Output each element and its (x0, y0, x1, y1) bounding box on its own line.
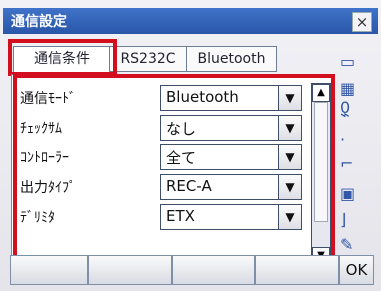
window-title: 通信設定 (11, 14, 67, 30)
vertical-scrollbar[interactable]: ▲ ▼ (311, 83, 331, 266)
setting-label: ﾁｪｯｸｻﾑ (20, 121, 62, 137)
ok-button[interactable]: OK (339, 255, 374, 285)
close-button[interactable]: × (352, 12, 372, 32)
tab-rs232c[interactable]: RS232C (109, 46, 187, 72)
tab-bluetooth[interactable]: Bluetooth (186, 46, 277, 72)
scroll-thumb[interactable] (314, 102, 328, 222)
active-tab-highlight (8, 39, 117, 76)
delimiter-select[interactable]: ETX ▼ (160, 204, 302, 230)
softkey-2[interactable] (88, 255, 172, 285)
setting-value: Bluetooth (166, 88, 239, 106)
dropdown-arrow-icon[interactable]: ▼ (278, 86, 301, 110)
softkey-3[interactable] (172, 255, 255, 285)
dropdown-arrow-icon[interactable]: ▼ (278, 145, 301, 169)
instrument-icon: ▣ (340, 184, 356, 203)
scroll-up-button[interactable]: ▲ (312, 84, 330, 102)
setting-row-output-type: 出力ﾀｲﾌﾟ REC-A ▼ (20, 172, 307, 200)
setting-label: 出力ﾀｲﾌﾟ (20, 180, 76, 196)
output-type-select[interactable]: REC-A ▼ (160, 174, 302, 200)
communication-mode-select[interactable]: Bluetooth ▼ (160, 85, 302, 111)
setting-row-checksum: ﾁｪｯｸｻﾑ なし ▼ (20, 113, 307, 141)
dropdown-arrow-icon[interactable]: ▼ (278, 116, 301, 140)
setting-label: ﾃﾞﾘﾐﾀ (20, 210, 55, 226)
setting-value: REC-A (166, 177, 212, 195)
softkey-4[interactable] (255, 255, 339, 285)
level-icon: ⌋ (340, 210, 347, 229)
setting-row-communication-mode: 通信ﾓｰﾄﾞ Bluetooth ▼ (20, 83, 307, 111)
setting-value: 全て (166, 149, 197, 167)
storage-icon: ▦ 0 (340, 79, 356, 117)
signal-icon: · (340, 130, 346, 149)
bluetooth-device-icon: ⌁ (340, 105, 350, 124)
setting-row-delimiter: ﾃﾞﾘﾐﾀ ETX ▼ (20, 202, 307, 230)
checksum-select[interactable]: なし ▼ (160, 115, 302, 141)
device-screen: 通信設定 × 通信条件 RS232C Bluetooth 通信ﾓｰﾄﾞ Blue… (0, 0, 381, 291)
setting-row-controller: ｺﾝﾄﾛｰﾗｰ 全て ▼ (20, 142, 307, 170)
softkey-1[interactable] (10, 255, 88, 285)
battery-icon: ▭ (340, 52, 356, 71)
dropdown-arrow-icon[interactable]: ▼ (278, 175, 301, 199)
setting-label: 通信ﾓｰﾄﾞ (20, 91, 76, 107)
controller-select[interactable]: 全て ▼ (160, 144, 302, 170)
title-bar: 通信設定 × (3, 8, 378, 34)
prism-icon: ⌐ (340, 154, 354, 173)
dropdown-arrow-icon[interactable]: ▼ (278, 205, 301, 229)
setting-value: ETX (166, 207, 195, 225)
setting-value: なし (166, 120, 197, 138)
setting-label: ｺﾝﾄﾛｰﾗｰ (20, 150, 69, 166)
